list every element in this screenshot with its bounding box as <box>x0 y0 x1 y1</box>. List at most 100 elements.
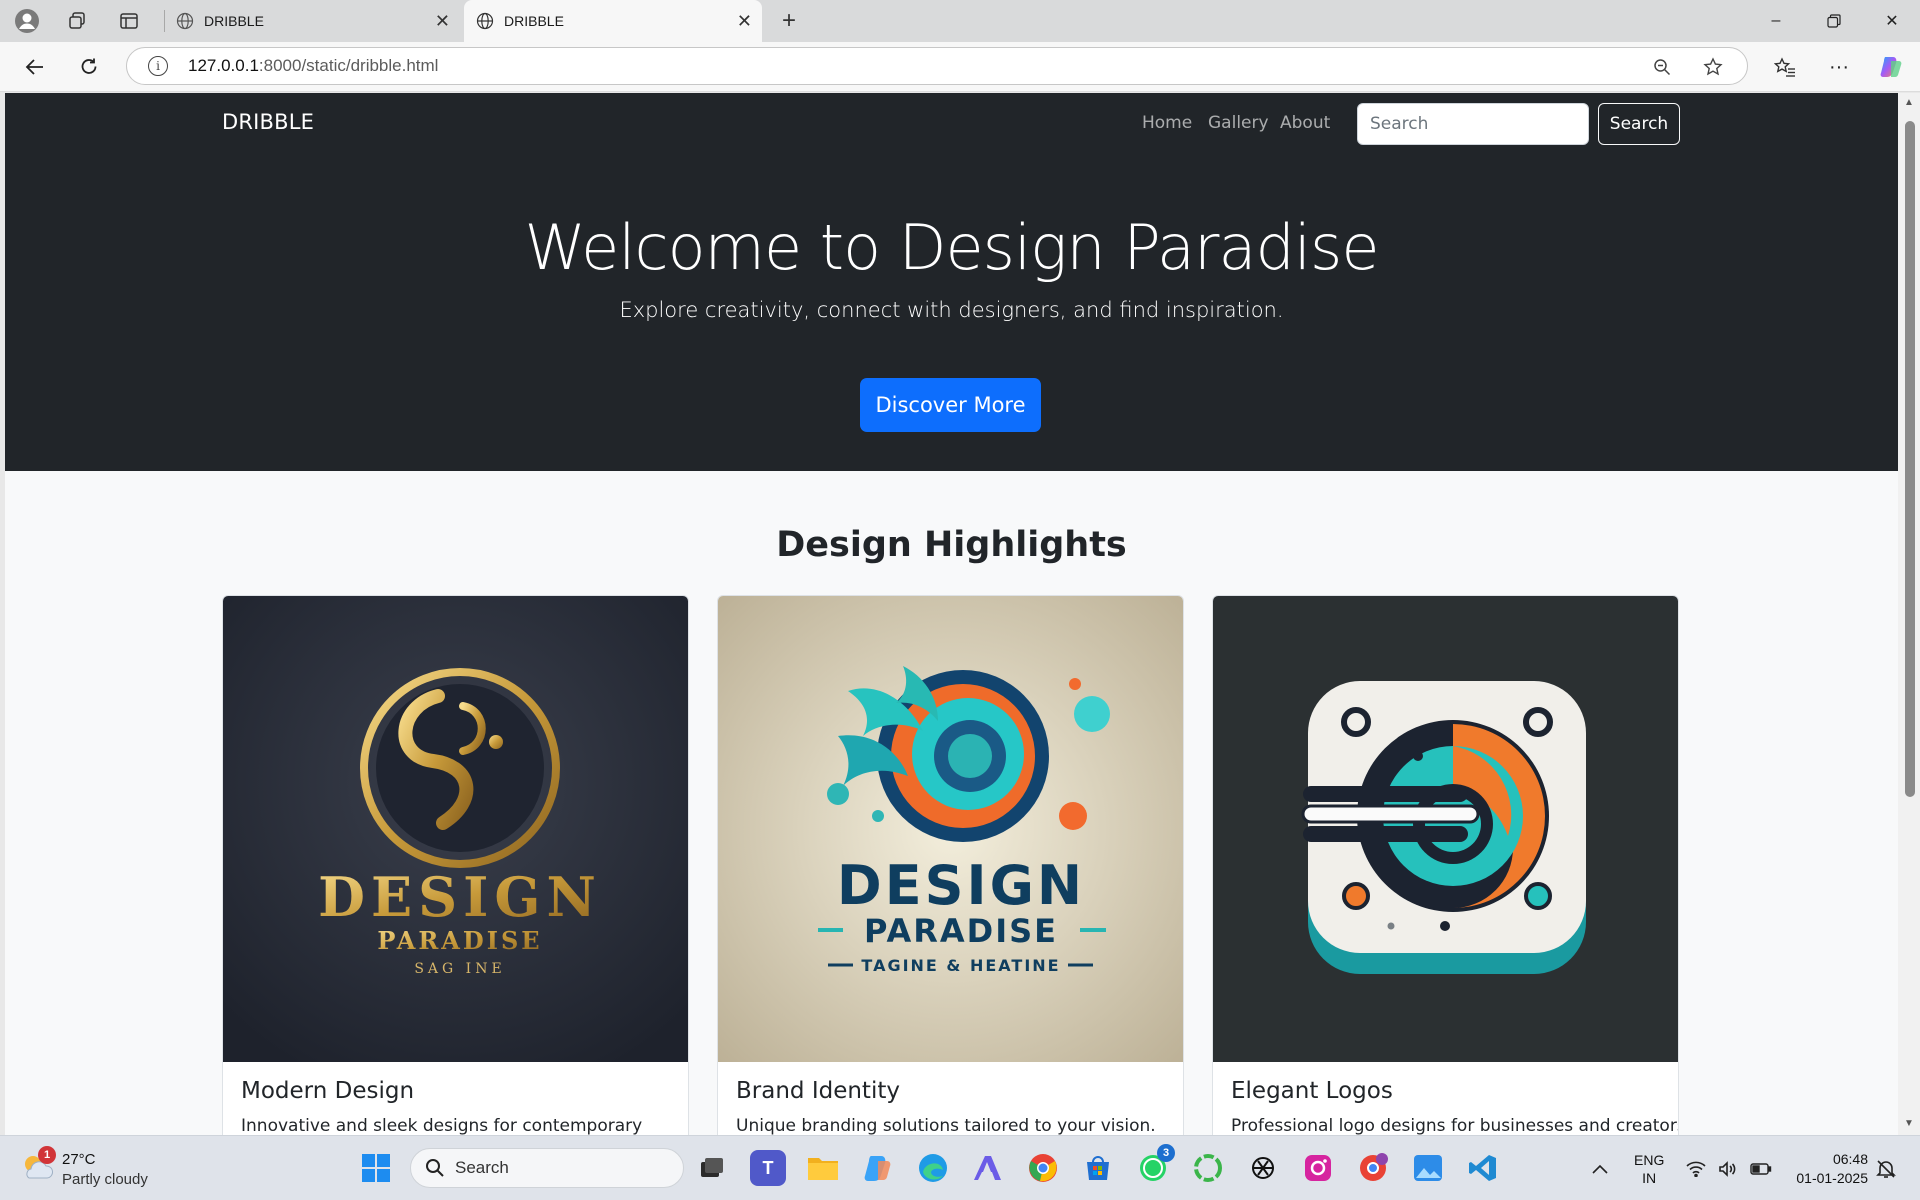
clock-time: 06:48 <box>1832 1150 1868 1167</box>
system-tray-icons[interactable] <box>1686 1136 1772 1200</box>
weather-badge: 1 <box>38 1146 56 1164</box>
card-modern-design[interactable]: DESIGN PARADISE SAG INE Modern Design In… <box>222 595 689 1135</box>
task-view-icon[interactable] <box>694 1150 730 1186</box>
weather-desc: Partly cloudy <box>62 1171 148 1188</box>
card-text: Professional logo designs for businesses… <box>1231 1116 1679 1135</box>
green-app-icon[interactable] <box>1190 1150 1226 1186</box>
favorites-icon[interactable] <box>1770 52 1800 82</box>
logo-text-design: DESIGN <box>318 865 602 929</box>
reload-button[interactable] <box>74 52 104 82</box>
minimize-button[interactable]: – <box>1748 0 1804 42</box>
lang-line-1: ENG <box>1634 1151 1665 1168</box>
chatgpt-icon[interactable] <box>1245 1150 1281 1186</box>
instagram-icon[interactable] <box>1300 1150 1336 1186</box>
taskbar: 1 27°C Partly cloudy Search T 3 ENG IN 0… <box>0 1135 1920 1200</box>
chrome-icon[interactable] <box>1025 1150 1061 1186</box>
scrollbar-thumb[interactable] <box>1905 121 1915 797</box>
tab-dribble-2[interactable]: DRIBBLE ✕ <box>464 0 762 42</box>
show-hidden-icons[interactable] <box>1592 1136 1608 1200</box>
logo-text-tagline: TAGINE & HEATINE <box>861 956 1060 975</box>
taskbar-search[interactable]: Search <box>410 1148 684 1188</box>
weather-temp: 27°C <box>62 1151 96 1168</box>
wifi-icon <box>1686 1161 1706 1177</box>
microsoft-store-icon[interactable] <box>1080 1150 1116 1186</box>
card-text: Unique branding solutions tailored to yo… <box>736 1116 1156 1135</box>
browser-toolbar: i 127.0.0.1:8000/static/dribble.html ··· <box>0 42 1920 92</box>
azure-icon[interactable] <box>970 1150 1006 1186</box>
battery-icon <box>1750 1162 1772 1175</box>
address-bar[interactable]: i 127.0.0.1:8000/static/dribble.html <box>126 47 1748 85</box>
url-path: :8000/static/dribble.html <box>258 56 439 75</box>
close-window-button[interactable]: ✕ <box>1864 0 1920 42</box>
globe-icon <box>476 12 494 30</box>
scroll-down-arrow-icon[interactable]: ▼ <box>1903 1118 1915 1129</box>
browser-tab-strip: DRIBBLE ✕ DRIBBLE ✕ + – ✕ <box>0 0 1920 42</box>
volume-icon <box>1719 1160 1736 1177</box>
navbar: DRIBBLE Home Gallery About Search Search <box>5 93 1898 155</box>
search-icon <box>426 1159 444 1177</box>
globe-icon <box>176 12 194 30</box>
copilot-app-icon[interactable] <box>860 1150 896 1186</box>
card-title: Brand Identity <box>736 1078 900 1104</box>
clock[interactable]: 06:48 01-01-2025 <box>1782 1136 1868 1200</box>
search-input[interactable]: Search <box>1357 103 1589 145</box>
close-tab-icon[interactable]: ✕ <box>737 11 752 32</box>
zoom-out-icon[interactable] <box>1647 52 1677 82</box>
profile-icon[interactable] <box>12 6 42 36</box>
vscode-icon[interactable] <box>1465 1150 1501 1186</box>
search-button[interactable]: Search <box>1598 103 1680 145</box>
card-image-app-icon-logo <box>1213 596 1678 1062</box>
card-title: Modern Design <box>241 1078 415 1104</box>
teams-icon[interactable]: T <box>750 1150 786 1186</box>
discover-more-button[interactable]: Discover More <box>860 378 1041 432</box>
card-title: Elegant Logos <box>1231 1078 1393 1104</box>
restore-button[interactable] <box>1806 0 1862 42</box>
navbar-brand[interactable]: DRIBBLE <box>222 110 314 134</box>
logo-text-paradise: PARADISE <box>864 912 1058 950</box>
hero-section: Welcome to Design Paradise Explore creat… <box>5 155 1898 471</box>
nav-link-about[interactable]: About <box>1280 113 1330 133</box>
lang-line-2: IN <box>1642 1169 1657 1186</box>
workspaces-icon[interactable] <box>62 6 92 36</box>
tab-title: DRIBBLE <box>204 13 264 29</box>
card-text: Innovative and sleek designs for contemp… <box>241 1116 643 1135</box>
nav-link-gallery[interactable]: Gallery <box>1208 113 1269 133</box>
favorite-star-icon[interactable] <box>1698 52 1728 82</box>
card-image-gold-logo: DESIGN PARADISE SAG INE <box>223 596 688 1062</box>
tab-title: DRIBBLE <box>504 13 564 29</box>
logo-text-tagline: SAG INE <box>414 961 505 977</box>
start-button[interactable] <box>358 1150 394 1186</box>
hero-subtitle: Explore creativity, connect with designe… <box>619 298 1284 322</box>
back-button[interactable] <box>20 52 50 82</box>
card-brand-identity[interactable]: DESIGN PARADISE TAGINE & HEATINE Brand I… <box>717 595 1184 1135</box>
vertical-tabs-icon[interactable] <box>114 6 144 36</box>
logo-text-design: DESIGN <box>837 854 1085 917</box>
weather-widget[interactable]: 1 27°C Partly cloudy <box>20 1146 148 1190</box>
nav-link-home[interactable]: Home <box>1142 113 1192 133</box>
whatsapp-badge: 3 <box>1157 1144 1175 1162</box>
card-elegant-logos[interactable]: Elegant Logos Professional logo designs … <box>1212 595 1679 1135</box>
clock-date: 01-01-2025 <box>1796 1169 1868 1186</box>
language-indicator[interactable]: ENG IN <box>1634 1136 1664 1200</box>
copilot-icon[interactable] <box>1876 52 1906 82</box>
taskbar-search-label: Search <box>455 1158 509 1177</box>
whatsapp-icon[interactable]: 3 <box>1135 1144 1175 1186</box>
site-info-icon[interactable]: i <box>148 56 168 76</box>
page-scrollbar[interactable]: ▲ ▼ <box>1898 93 1920 1135</box>
more-menu-icon[interactable]: ··· <box>1824 52 1854 82</box>
tab-dribble-1[interactable]: DRIBBLE ✕ <box>164 0 460 42</box>
logo-text-paradise: PARADISE <box>377 926 542 955</box>
card-image-colorful-logo: DESIGN PARADISE TAGINE & HEATINE <box>718 596 1183 1062</box>
file-explorer-icon[interactable] <box>805 1150 841 1186</box>
edge-icon[interactable] <box>915 1150 951 1186</box>
notifications-icon[interactable] <box>1876 1136 1896 1200</box>
scroll-up-arrow-icon[interactable]: ▲ <box>1903 97 1915 108</box>
close-tab-icon[interactable]: ✕ <box>435 11 450 32</box>
photos-icon[interactable] <box>1410 1150 1446 1186</box>
new-tab-button[interactable]: + <box>774 6 804 36</box>
page-viewport: DRIBBLE Home Gallery About Search Search… <box>5 93 1898 1135</box>
url-host: 127.0.0.1 <box>188 56 259 75</box>
section-title: Design Highlights <box>776 525 1127 565</box>
hero-title: Welcome to Design Paradise <box>524 211 1380 284</box>
chrome-profile-icon[interactable] <box>1355 1150 1391 1186</box>
